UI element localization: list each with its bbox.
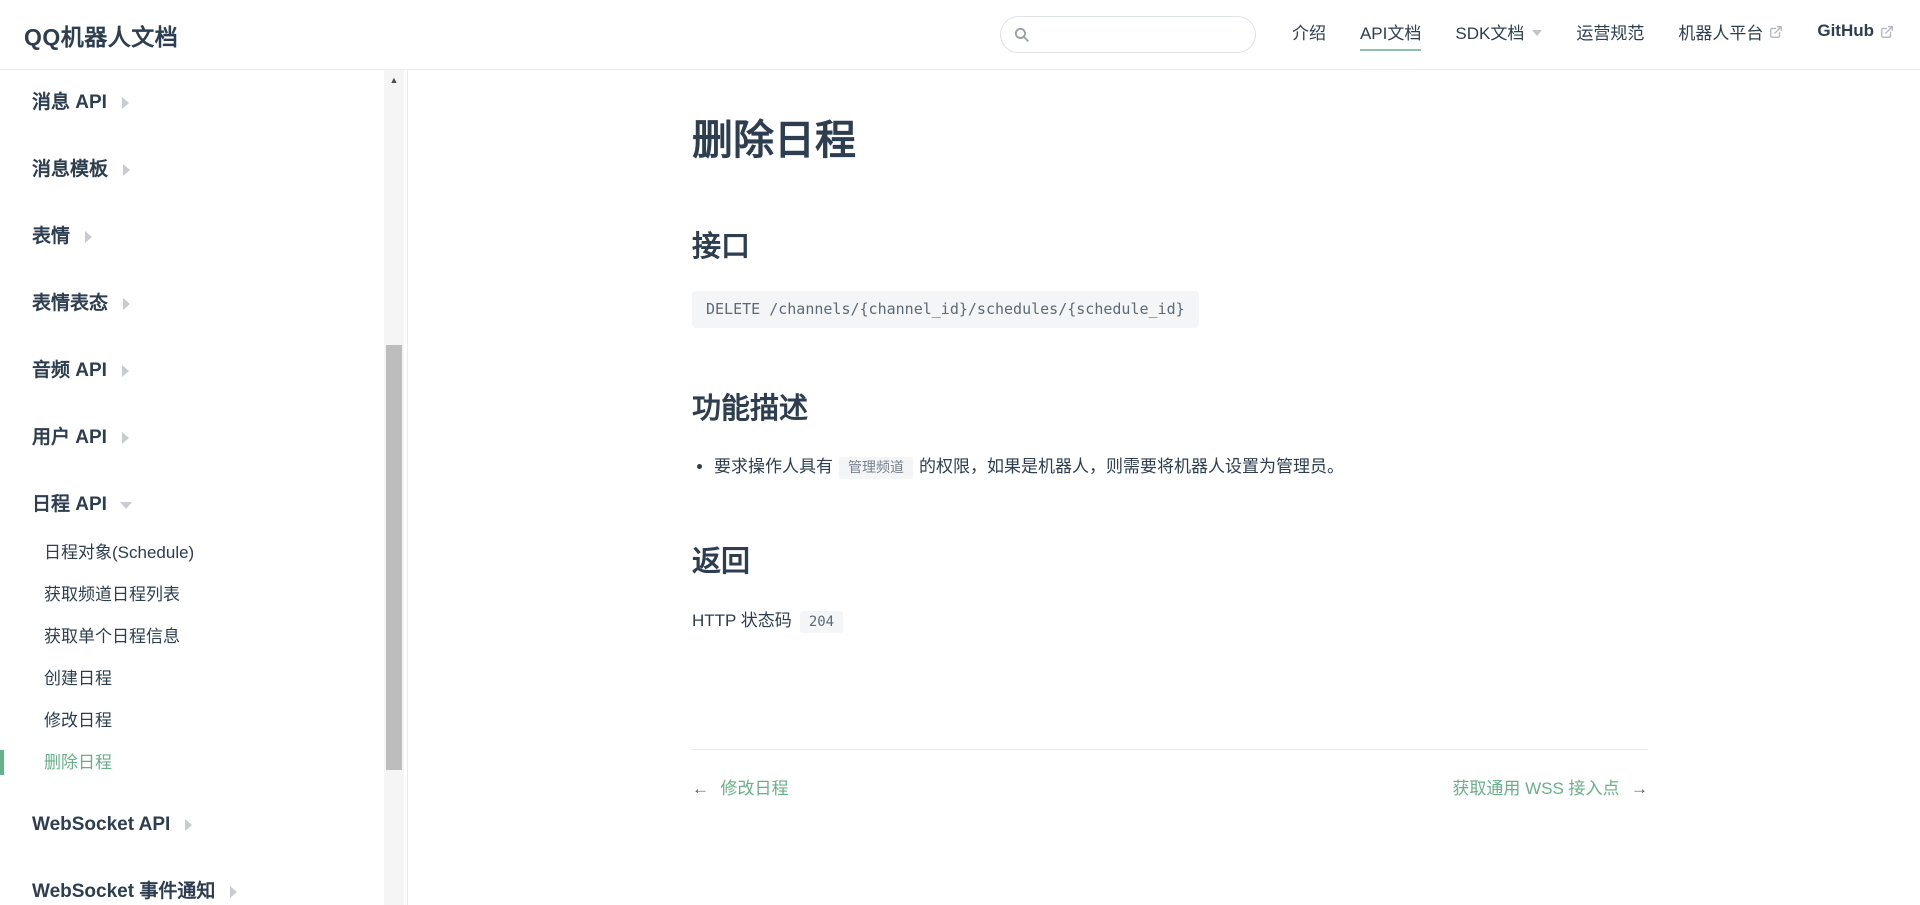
nav-item-github-label: GitHub: [1817, 21, 1874, 41]
search-box[interactable]: [1000, 16, 1256, 53]
sidebar-section-schedule-api-title[interactable]: 日程 API: [0, 492, 132, 517]
chevron-right-icon: [185, 819, 192, 831]
prev-page-link[interactable]: 修改日程: [720, 779, 788, 798]
heading-api: 接口: [692, 223, 1648, 265]
chevron-right-icon: [123, 298, 130, 310]
nav-item-sdk-docs[interactable]: SDK文档: [1455, 19, 1542, 51]
sidebar-section-label: 消息模板: [32, 157, 108, 182]
chevron-right-icon: [123, 164, 130, 176]
chevron-right-icon: [85, 231, 92, 243]
sidebar-link-active[interactable]: 删除日程: [0, 750, 407, 775]
sidebar-item-schedule-object: 日程对象(Schedule): [0, 540, 407, 565]
sidebar: 消息 API 消息模板 表情 表情表态 音频 API 用户 API 日程 API…: [0, 70, 408, 905]
nav-item-platform[interactable]: 机器人平台: [1678, 19, 1783, 51]
sidebar-section-label: WebSocket API: [32, 812, 170, 837]
sidebar-section-message-template[interactable]: 消息模板: [0, 157, 407, 182]
sidebar-section-label: 用户 API: [32, 425, 107, 450]
sidebar-section-label: 日程 API: [32, 492, 107, 517]
scrollbar-up-arrow-icon[interactable]: ▲: [384, 74, 404, 86]
sidebar-link[interactable]: 创建日程: [0, 666, 407, 691]
chevron-right-icon: [122, 365, 129, 377]
sidebar-item-list-schedules: 获取频道日程列表: [0, 582, 407, 607]
page-title: 删除日程: [692, 106, 1648, 166]
return-text: HTTP 状态码 204: [692, 606, 1648, 631]
sidebar-section-websocket-api[interactable]: WebSocket API: [0, 812, 407, 837]
sidebar-section-audio-api[interactable]: 音频 API: [0, 358, 407, 383]
sidebar-section-emoji[interactable]: 表情: [0, 224, 407, 249]
right-arrow-icon: →: [1631, 779, 1648, 798]
next-page-link[interactable]: 获取通用 WSS 接入点: [1452, 779, 1619, 798]
sidebar-section-reaction[interactable]: 表情表态: [0, 291, 407, 316]
sidebar-section-websocket-events[interactable]: WebSocket 事件通知: [0, 879, 407, 904]
return-label: HTTP 状态码: [692, 611, 792, 630]
nav-item-github[interactable]: GitHub: [1817, 21, 1894, 48]
chevron-right-icon: [230, 886, 237, 898]
nav-item-rules[interactable]: 运营规范: [1576, 19, 1644, 51]
chevron-right-icon: [122, 97, 129, 109]
sidebar-section-label: 表情表态: [32, 291, 108, 316]
sidebar-scrollbar[interactable]: ▲: [384, 70, 404, 905]
sidebar-link[interactable]: 日程对象(Schedule): [0, 540, 407, 565]
sidebar-link[interactable]: 修改日程: [0, 708, 407, 733]
nav-item-sdk-label: SDK文档: [1455, 19, 1524, 44]
sidebar-link[interactable]: 获取单个日程信息: [0, 624, 407, 649]
external-link-icon: [1769, 25, 1783, 39]
sidebar-section-user-api[interactable]: 用户 API: [0, 425, 407, 450]
left-arrow-icon: ←: [692, 779, 709, 798]
description-list: 要求操作人具有管理频道的权限，如果是机器人，则需要将机器人设置为管理员。: [692, 453, 1648, 481]
next-page: 获取通用 WSS 接入点 →: [1452, 774, 1648, 799]
chevron-right-icon: [122, 432, 129, 444]
sidebar-item-delete-schedule: 删除日程: [0, 750, 407, 775]
search-input[interactable]: [1038, 17, 1243, 52]
endpoint-code: DELETE /channels/{channel_id}/schedules/…: [692, 291, 1199, 328]
sidebar-section-label: 表情: [32, 224, 70, 249]
search-icon: [1013, 26, 1030, 43]
site-logo[interactable]: QQ机器人文档: [24, 18, 178, 52]
sidebar-section-schedule-api: 日程 API 日程对象(Schedule) 获取频道日程列表 获取单个日程信息 …: [0, 492, 407, 775]
sidebar-item-modify-schedule: 修改日程: [0, 708, 407, 733]
description-post: 的权限，如果是机器人，则需要将机器人设置为管理员。: [919, 457, 1344, 476]
chevron-down-icon: [1532, 30, 1542, 36]
prev-page: ← 修改日程: [692, 774, 788, 799]
sidebar-children: 日程对象(Schedule) 获取频道日程列表 获取单个日程信息 创建日程 修改…: [0, 540, 407, 775]
navbar: QQ机器人文档 介绍 API文档 SDK文档 运营规范 机器人平台 GitHub: [0, 0, 1920, 70]
status-code-badge: 204: [800, 611, 843, 633]
nav-item-platform-label: 机器人平台: [1678, 19, 1763, 44]
chevron-down-icon: [120, 502, 132, 509]
sidebar-section-label: WebSocket 事件通知: [32, 879, 215, 904]
nav-item-intro[interactable]: 介绍: [1292, 19, 1326, 51]
page-footer-nav: ← 修改日程 获取通用 WSS 接入点 →: [692, 749, 1648, 799]
external-link-icon: [1880, 25, 1894, 39]
scrollbar-thumb[interactable]: [386, 345, 402, 770]
sidebar-list: 消息 API 消息模板 表情 表情表态 音频 API 用户 API 日程 API…: [0, 70, 407, 904]
sidebar-section-label: 消息 API: [32, 90, 107, 115]
sidebar-link[interactable]: 获取频道日程列表: [0, 582, 407, 607]
main-content: 删除日程 接口 DELETE /channels/{channel_id}/sc…: [408, 70, 1920, 905]
nav-item-api-docs[interactable]: API文档: [1360, 19, 1421, 51]
sidebar-section-message-api[interactable]: 消息 API: [0, 90, 407, 115]
description-item: 要求操作人具有管理频道的权限，如果是机器人，则需要将机器人设置为管理员。: [714, 453, 1648, 481]
sidebar-section-label: 音频 API: [32, 358, 107, 383]
sidebar-item-get-schedule: 获取单个日程信息: [0, 624, 407, 649]
sidebar-item-create-schedule: 创建日程: [0, 666, 407, 691]
heading-return: 返回: [692, 538, 1648, 580]
heading-description: 功能描述: [692, 385, 1648, 427]
description-pre: 要求操作人具有: [714, 457, 833, 476]
permission-code: 管理频道: [839, 457, 913, 479]
navbar-right: 介绍 API文档 SDK文档 运营规范 机器人平台 GitHub: [1000, 16, 1894, 53]
